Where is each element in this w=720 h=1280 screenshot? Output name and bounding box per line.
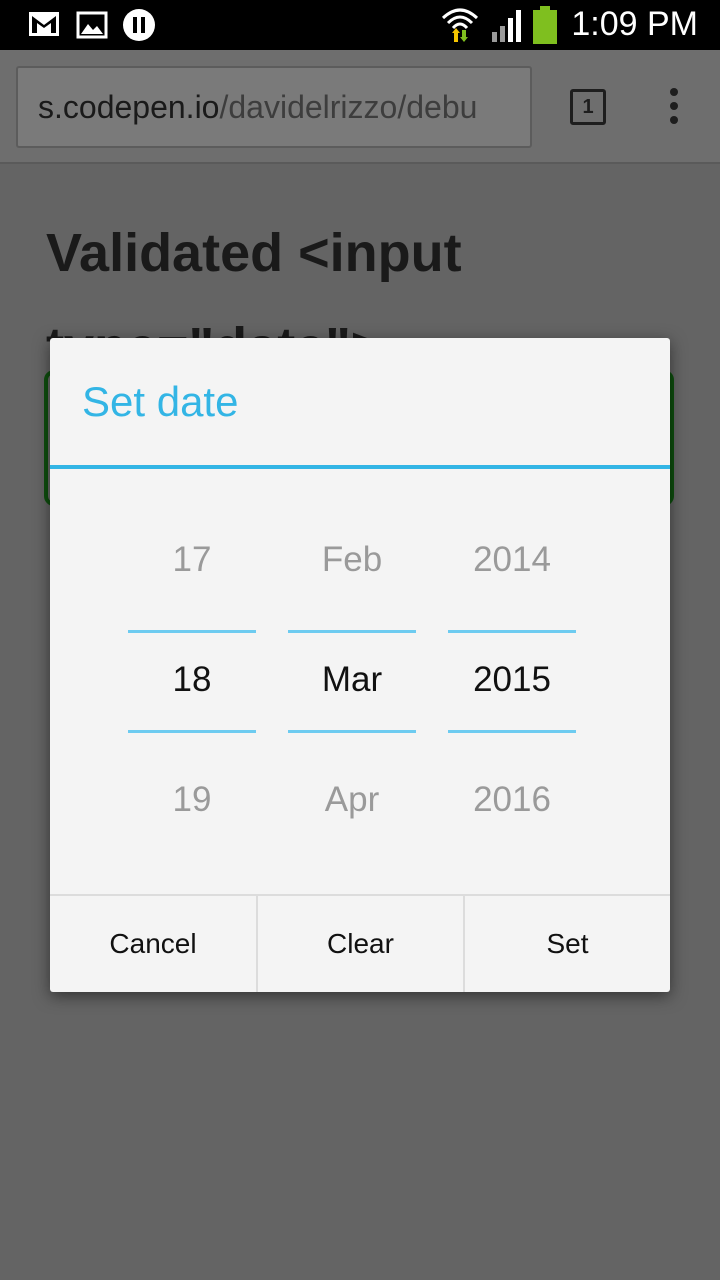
battery-icon [533, 6, 557, 44]
day-current[interactable]: 18 [128, 660, 256, 700]
year-current[interactable]: 2015 [448, 660, 576, 700]
day-prev[interactable]: 17 [128, 540, 256, 580]
year-selection-line-top [448, 630, 576, 633]
pause-icon [123, 9, 155, 41]
month-prev[interactable]: Feb [288, 540, 416, 580]
year-selection-line-bottom [448, 730, 576, 733]
dialog-title: Set date [82, 378, 239, 425]
day-picker[interactable]: 17 18 19 [128, 518, 256, 820]
gmail-icon [29, 12, 59, 36]
month-selection-line-top [288, 630, 416, 633]
dialog-button-bar: Cancel Clear Set [50, 894, 670, 992]
day-next[interactable]: 19 [128, 780, 256, 820]
day-selection-line-top [128, 630, 256, 633]
clear-button[interactable]: Clear [256, 896, 463, 992]
title-divider [50, 465, 670, 469]
status-bar: 1:09 PM [0, 0, 720, 50]
year-prev[interactable]: 2014 [448, 540, 576, 580]
month-selection-line-bottom [288, 730, 416, 733]
month-current[interactable]: Mar [288, 660, 416, 700]
gallery-icon [76, 11, 108, 39]
tab-switcher-button[interactable]: 1 [570, 89, 606, 125]
cancel-button[interactable]: Cancel [50, 896, 256, 992]
status-time: 1:09 PM [571, 5, 698, 43]
url-host: s.codepen.io [38, 89, 220, 125]
date-picker-dialog: Set date 17 18 19 Feb Mar Apr 2014 2015 … [50, 338, 670, 992]
month-picker[interactable]: Feb Mar Apr [288, 518, 416, 820]
browser-toolbar: s.codepen.io/davidelrizzo/debu 1 [0, 50, 720, 164]
url-bar[interactable]: s.codepen.io/davidelrizzo/debu [16, 66, 532, 148]
overflow-menu-icon[interactable] [666, 88, 682, 128]
set-button[interactable]: Set [463, 896, 670, 992]
year-next[interactable]: 2016 [448, 780, 576, 820]
url-path: /davidelrizzo/debu [219, 89, 478, 125]
year-picker[interactable]: 2014 2015 2016 [448, 518, 576, 820]
day-selection-line-bottom [128, 730, 256, 733]
month-next[interactable]: Apr [288, 780, 416, 820]
signal-icon [492, 10, 521, 42]
wifi-icon [441, 8, 479, 42]
